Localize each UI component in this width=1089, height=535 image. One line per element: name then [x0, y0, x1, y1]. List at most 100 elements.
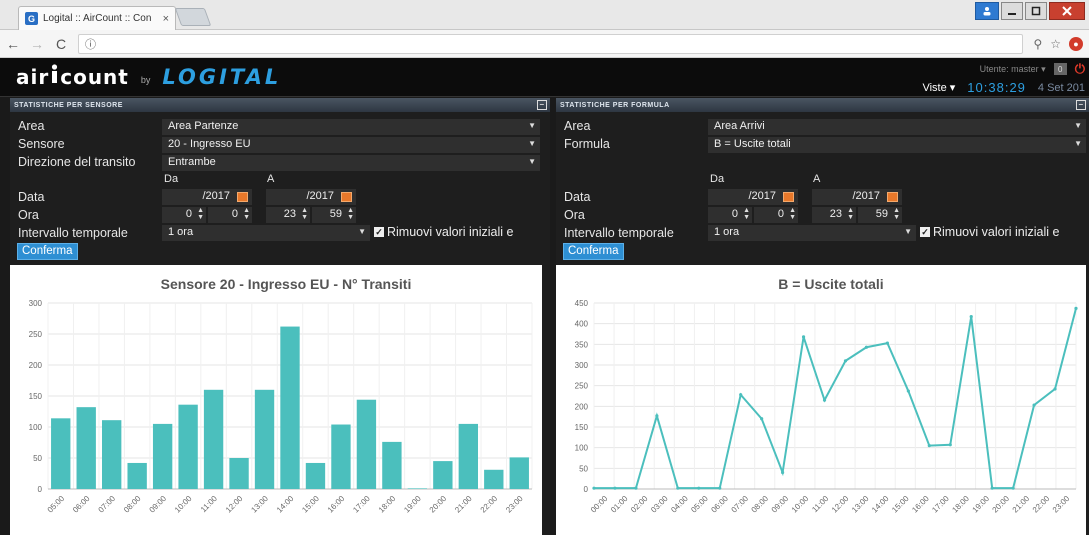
data-point [822, 398, 827, 402]
hour-to-stepper[interactable]: 23 ▲ ▼ [812, 207, 856, 223]
direction-label: Direzione del transito [18, 155, 136, 169]
reload-icon[interactable]: C [54, 36, 68, 52]
date-label: Data [18, 190, 45, 204]
x-tick-label: 06:00 [71, 494, 92, 515]
stepper-arrows-icon[interactable]: ▲ ▼ [243, 207, 250, 221]
x-tick-label: 17:00 [930, 494, 951, 515]
bar [229, 458, 249, 489]
remove-initial-values-checkbox[interactable]: ✓ Rimuovi valori iniziali e [920, 225, 1059, 239]
bar [407, 488, 428, 489]
bar [305, 462, 326, 489]
bar [356, 399, 377, 489]
checkbox-checked-icon[interactable]: ✓ [374, 227, 384, 237]
forward-icon[interactable]: → [30, 36, 44, 52]
from-label: Da [710, 173, 725, 185]
browser-tab[interactable]: G Logital :: AirCount :: Con × [18, 6, 176, 30]
x-tick-label: 03:00 [649, 494, 670, 515]
notification-badge[interactable]: 0 [1053, 63, 1067, 75]
direction-select[interactable]: Entrambe ▼ [162, 155, 540, 171]
formula-select[interactable]: B = Uscite totali ▼ [708, 137, 1086, 153]
x-tick-label: 22:00 [1031, 494, 1052, 515]
x-tick-label: 18:00 [950, 494, 971, 515]
date-to-input[interactable]: /2017 [812, 189, 902, 205]
collapse-icon[interactable]: − [1076, 100, 1086, 110]
data-point [592, 486, 596, 490]
x-tick-label: 21:00 [453, 494, 474, 515]
key-icon[interactable]: ⚲ [1033, 37, 1042, 51]
data-point [801, 335, 806, 339]
chart-title: B = Uscite totali [778, 276, 883, 292]
collapse-icon[interactable]: − [537, 100, 547, 110]
close-window-icon[interactable] [1049, 2, 1085, 20]
data-point [1011, 486, 1015, 490]
interval-label: Intervallo temporale [564, 226, 674, 240]
y-tick-label: 400 [575, 320, 589, 329]
checkbox-checked-icon[interactable]: ✓ [920, 227, 930, 237]
back-icon[interactable]: ← [6, 36, 20, 52]
area-select[interactable]: Area Arrivi ▼ [708, 119, 1086, 135]
minute-from-stepper[interactable]: 0 ▲ ▼ [208, 207, 252, 223]
confirm-button[interactable]: Conferma [17, 243, 78, 260]
remove-initial-values-checkbox[interactable]: ✓ Rimuovi valori iniziali e [374, 225, 513, 239]
data-point [969, 315, 973, 319]
current-date: 4 Set 201 [1037, 81, 1085, 94]
x-tick-label: 04:00 [669, 494, 690, 515]
user-icon[interactable] [975, 2, 999, 20]
power-icon[interactable]: ⏻ [1075, 61, 1085, 77]
confirm-button[interactable]: Conferma [563, 243, 624, 260]
calendar-icon[interactable] [341, 192, 352, 202]
x-tick-label: 18:00 [377, 494, 398, 515]
interval-select[interactable]: 1 ora ▼ [162, 225, 370, 241]
minute-from-stepper[interactable]: 0 ▲ ▼ [754, 207, 798, 223]
stepper-arrows-icon[interactable]: ▲ ▼ [301, 207, 308, 221]
area-select[interactable]: Area Partenze ▼ [162, 119, 540, 135]
area-label: Area [564, 119, 591, 133]
stepper-arrows-icon[interactable]: ▲ ▼ [743, 207, 750, 221]
calendar-icon[interactable] [237, 192, 248, 202]
extension-icon[interactable]: ● [1069, 36, 1083, 51]
tab-close-icon[interactable]: × [163, 13, 169, 25]
sensor-select[interactable]: 20 - Ingresso EU ▼ [162, 137, 540, 153]
minute-to-stepper[interactable]: 59 ▲ ▼ [858, 207, 902, 223]
stepper-arrows-icon[interactable]: ▲ ▼ [847, 207, 854, 221]
minimize-icon[interactable] [1001, 2, 1023, 20]
user-menu[interactable]: Utente: master ▾ [980, 64, 1046, 75]
line-chart: B = Uscite totali 0 50 100 150 200 250 300 350 40… [575, 276, 1078, 515]
x-tick-label: 19:00 [402, 494, 423, 515]
stepper-arrows-icon[interactable]: ▲ ▼ [197, 207, 204, 221]
date-from-input[interactable]: /2017 [162, 189, 252, 205]
x-tick-label: 19:00 [971, 494, 992, 515]
hour-from-stepper[interactable]: 0 ▲ ▼ [708, 207, 752, 223]
stepper-arrows-icon[interactable]: ▲ ▼ [347, 207, 354, 221]
browser-navbar: ← → C ⓘ ⚲ ☆ ● [0, 30, 1089, 58]
bookmark-star-icon[interactable]: ☆ [1050, 37, 1061, 51]
x-tick-label: 08:00 [122, 494, 143, 515]
y-tick-label: 0 [38, 485, 43, 494]
bar [331, 424, 351, 489]
bar [254, 389, 275, 489]
address-bar[interactable]: ⓘ [78, 33, 1024, 54]
minute-to-stepper[interactable]: 59 ▲ ▼ [312, 207, 356, 223]
calendar-icon[interactable] [783, 192, 794, 202]
bar-chart-container: Sensore 20 - Ingresso EU - N° Transiti 0 5… [10, 265, 542, 535]
to-label: A [813, 173, 821, 185]
interval-select[interactable]: 1 ora ▼ [708, 225, 916, 241]
date-from-input[interactable]: /2017 [708, 189, 798, 205]
maximize-icon[interactable] [1025, 2, 1047, 20]
x-tick-label: 15:00 [890, 494, 911, 515]
bar [509, 457, 529, 489]
stepper-arrows-icon[interactable]: ▲ ▼ [789, 207, 796, 221]
date-to-input[interactable]: /2017 [266, 189, 356, 205]
x-tick-label: 22:00 [479, 494, 500, 515]
y-tick-label: 200 [575, 402, 589, 411]
stepper-arrows-icon[interactable]: ▲ ▼ [893, 207, 900, 221]
calendar-icon[interactable] [887, 192, 898, 202]
new-tab-button[interactable] [174, 8, 212, 26]
chevron-down-icon: ▼ [528, 157, 536, 166]
x-tick-label: 02:00 [629, 494, 650, 515]
viste-menu[interactable]: Viste ▾ [922, 81, 955, 94]
info-icon[interactable]: ⓘ [85, 36, 96, 52]
hour-from-stepper[interactable]: 0 ▲ ▼ [162, 207, 206, 223]
hour-to-stepper[interactable]: 23 ▲ ▼ [266, 207, 310, 223]
bar [203, 389, 224, 489]
